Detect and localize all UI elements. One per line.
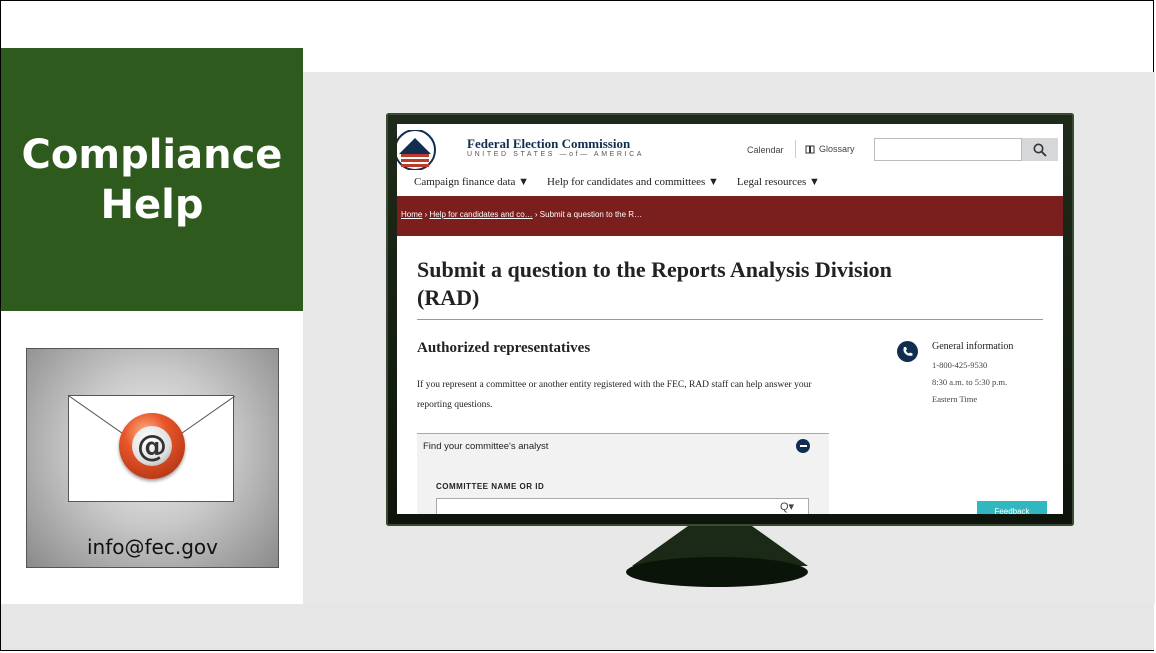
- breadcrumb-help[interactable]: Help for candidates and co…: [429, 210, 532, 219]
- monitor: Federal Election Commission UNITED STATE…: [386, 113, 1074, 526]
- contact-email[interactable]: info@fec.gov: [27, 535, 278, 559]
- breadcrumb-current: Submit a question to the R…: [539, 210, 643, 219]
- nav-help-candidates[interactable]: Help for candidates and committees ▼: [547, 176, 719, 188]
- accordion-label: Find your committee's analyst: [423, 441, 549, 452]
- section-body: If you represent a committee or another …: [417, 380, 812, 410]
- nav-campaign-finance-data[interactable]: Campaign finance data ▼: [414, 176, 529, 188]
- info-timezone: Eastern Time: [932, 394, 978, 404]
- fec-seal-icon: [397, 130, 436, 170]
- glossary-label: Glossary: [819, 144, 855, 154]
- email-card: @ info@fec.gov: [26, 348, 279, 568]
- collapse-icon[interactable]: [796, 439, 810, 453]
- slide-title-box: Compliance Help: [1, 48, 303, 311]
- committee-search-input[interactable]: [436, 498, 809, 514]
- main-nav: Campaign finance data ▼ Help for candida…: [414, 176, 820, 188]
- slide-title-line1: Compliance: [21, 131, 283, 178]
- monitor-stand-base: [626, 557, 808, 587]
- slide-title-line2: Help: [100, 181, 204, 228]
- monitor-screen: Federal Election Commission UNITED STATE…: [397, 124, 1063, 514]
- breadcrumb: Home › Help for candidates and co… › Sub…: [401, 210, 642, 219]
- title-divider: [417, 319, 1043, 320]
- slide-title: Compliance Help: [22, 130, 283, 230]
- page-title: Submit a question to the Reports Analysi…: [417, 257, 892, 310]
- calendar-link[interactable]: Calendar: [747, 145, 784, 155]
- bottom-band: [1, 604, 1154, 650]
- search-icon: [1033, 143, 1047, 157]
- section-title: Authorized representatives: [417, 340, 591, 356]
- search-dropdown-icon[interactable]: Q▾: [780, 500, 794, 513]
- info-title: General information: [932, 341, 1014, 352]
- site-search-input[interactable]: [874, 138, 1022, 161]
- site-header: Federal Election Commission UNITED STATE…: [397, 124, 1063, 172]
- nav-legal-resources[interactable]: Legal resources ▼: [737, 176, 820, 188]
- info-phone: 1-800-425-9530: [932, 360, 988, 370]
- agency-subtitle: UNITED STATES —of— AMERICA: [467, 151, 645, 158]
- info-hours: 8:30 a.m. to 5:30 p.m.: [932, 377, 1008, 387]
- breadcrumb-bar: Home › Help for candidates and co… › Sub…: [397, 196, 1063, 236]
- breadcrumb-separator: ›: [424, 210, 428, 219]
- phone-icon: [897, 341, 918, 362]
- header-divider: [795, 140, 796, 158]
- breadcrumb-home[interactable]: Home: [401, 210, 422, 219]
- analyst-accordion-header[interactable]: Find your committee's analyst: [417, 433, 829, 459]
- agency-name[interactable]: Federal Election Commission: [467, 136, 630, 152]
- book-icon: [805, 145, 815, 153]
- breadcrumb-separator: ›: [534, 210, 538, 219]
- feedback-button[interactable]: Feedback: [977, 501, 1047, 514]
- committee-field-label: COMMITTEE NAME OR ID: [436, 482, 545, 491]
- search-button[interactable]: [1022, 138, 1058, 161]
- at-sign-icon: @: [119, 413, 185, 479]
- glossary-link[interactable]: Glossary: [805, 144, 855, 154]
